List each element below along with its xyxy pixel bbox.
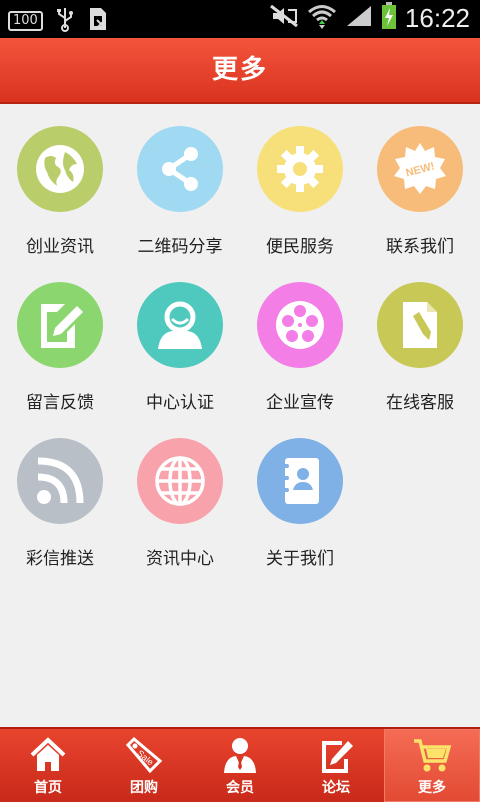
rss-icon bbox=[17, 438, 103, 524]
grid-item-label: 联系我们 bbox=[386, 237, 454, 257]
grid-item-promotion[interactable]: 企业宣传 bbox=[240, 274, 360, 430]
menu-grid: 创业资讯 二维码分享 便民服务 NEW! 联系我们 留言反馈 中心认证 企业宣传… bbox=[0, 118, 480, 586]
nav-label: 更多 bbox=[418, 780, 446, 796]
nav-label: 团购 bbox=[130, 780, 158, 796]
bottom-nav: 首页 Sale 团购 会员 论坛 更多 bbox=[0, 727, 480, 802]
grid-item-label: 彩信推送 bbox=[26, 549, 94, 569]
grid-item-label: 企业宣传 bbox=[266, 393, 334, 413]
share-icon bbox=[137, 126, 223, 212]
edit-note-icon bbox=[17, 282, 103, 368]
sale-tag-icon: Sale bbox=[124, 735, 164, 775]
grid-item-qr-share[interactable]: 二维码分享 bbox=[120, 118, 240, 274]
grid-item-convenience[interactable]: 便民服务 bbox=[240, 118, 360, 274]
globe-icon bbox=[17, 126, 103, 212]
grid-item-label: 二维码分享 bbox=[137, 237, 223, 257]
film-reel-icon bbox=[257, 282, 343, 368]
grid-item-online-service[interactable]: 在线客服 bbox=[360, 274, 480, 430]
grid-item-label: 在线客服 bbox=[386, 393, 454, 413]
app-header: 更多 bbox=[0, 38, 480, 104]
gear-icon bbox=[257, 126, 343, 212]
grid-item-news-center[interactable]: 资讯中心 bbox=[120, 430, 240, 586]
grid-item-label: 资讯中心 bbox=[146, 549, 214, 569]
cart-icon bbox=[412, 735, 452, 775]
grid-item-label: 中心认证 bbox=[146, 393, 214, 413]
grid-item-label: 便民服务 bbox=[266, 237, 334, 257]
nav-forum[interactable]: 论坛 bbox=[288, 729, 384, 802]
nav-more[interactable]: 更多 bbox=[384, 729, 480, 802]
battery-icon bbox=[381, 2, 397, 34]
nav-label: 首页 bbox=[34, 780, 62, 796]
globe-grid-icon bbox=[137, 438, 223, 524]
clock: 16:22 bbox=[404, 2, 470, 33]
grid-item-about-us[interactable]: 关于我们 bbox=[240, 430, 360, 586]
grid-item-feedback[interactable]: 留言反馈 bbox=[0, 274, 120, 430]
signal-icon bbox=[345, 4, 373, 32]
grid-item-contact-us[interactable]: NEW! 联系我们 bbox=[360, 118, 480, 274]
nav-home[interactable]: 首页 bbox=[0, 729, 96, 802]
grid-item-startup-news[interactable]: 创业资讯 bbox=[0, 118, 120, 274]
grid-item-certification[interactable]: 中心认证 bbox=[120, 274, 240, 430]
contact-book-icon bbox=[257, 438, 343, 524]
grid-item-mms-push[interactable]: 彩信推送 bbox=[0, 430, 120, 586]
grid-item-label: 关于我们 bbox=[266, 549, 334, 569]
battery-percent-badge: 100 bbox=[8, 11, 43, 31]
grid-item-label: 创业资讯 bbox=[26, 237, 94, 257]
usb-icon bbox=[55, 6, 75, 36]
page-title: 更多 bbox=[211, 55, 268, 85]
status-left: 100 bbox=[8, 6, 109, 36]
status-bar: 100 16:22 bbox=[0, 0, 480, 38]
nav-label: 论坛 bbox=[322, 780, 350, 796]
nav-member[interactable]: 会员 bbox=[192, 729, 288, 802]
user-icon bbox=[137, 282, 223, 368]
forum-edit-icon bbox=[316, 735, 356, 775]
sim-card-icon bbox=[87, 6, 109, 36]
member-icon bbox=[220, 735, 260, 775]
wifi-icon bbox=[307, 3, 337, 33]
document-pencil-icon bbox=[377, 282, 463, 368]
new-badge-icon: NEW! bbox=[377, 126, 463, 212]
mute-icon bbox=[269, 4, 299, 32]
home-icon bbox=[28, 735, 68, 775]
nav-group-buy[interactable]: Sale 团购 bbox=[96, 729, 192, 802]
grid-item-label: 留言反馈 bbox=[26, 393, 94, 413]
status-right: 16:22 bbox=[269, 2, 470, 34]
nav-label: 会员 bbox=[226, 780, 254, 796]
